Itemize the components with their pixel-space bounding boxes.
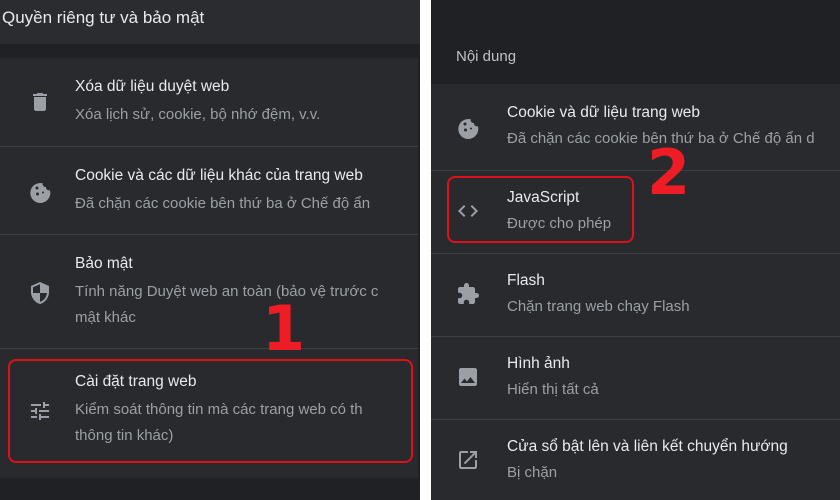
images-item[interactable]: Hình ảnh Hiển thị tất cả — [431, 336, 840, 420]
privacy-security-panel: Quyền riêng tư và bảo mật Xóa dữ liệu du… — [0, 0, 420, 500]
puzzle-icon — [456, 282, 480, 306]
shield-icon — [28, 281, 52, 305]
image-icon — [456, 365, 480, 389]
cookies-sub: Đã chặn các cookie bên thứ ba ở Chế độ ẩ… — [75, 195, 371, 212]
security-item[interactable]: Bảo mật Tính năng Duyệt web an toàn (bảo… — [0, 234, 418, 349]
popups-redirects-item[interactable]: Cửa sổ bật lên và liên kết chuyển hướng … — [431, 419, 840, 500]
site-settings-highlight — [8, 359, 413, 463]
cookies-site-data-item[interactable]: Cookie và các dữ liệu khác của trang web… — [0, 146, 418, 235]
open-in-new-icon — [456, 448, 480, 472]
security-sub-line2: mật khác — [75, 309, 136, 326]
content-section-label: Nội dung — [456, 48, 517, 65]
step-1-number: 1 — [262, 292, 306, 365]
cookie-icon — [28, 179, 52, 203]
clear-browsing-data-sub: Xóa lịch sử, cookie, bộ nhớ đệm, v.v. — [75, 106, 321, 123]
popups-sub: Bị chặn — [507, 464, 558, 481]
flash-title: Flash — [507, 272, 545, 289]
cookie-icon — [456, 115, 480, 139]
images-sub: Hiển thị tất cả — [507, 381, 599, 398]
flash-item[interactable]: Flash Chặn trang web chạy Flash — [431, 253, 840, 337]
popups-title: Cửa sổ bật lên và liên kết chuyển hướng — [507, 438, 788, 455]
trash-icon — [28, 90, 52, 114]
cookies-title: Cookie và các dữ liệu khác của trang web — [75, 167, 363, 184]
clear-browsing-data-title: Xóa dữ liệu duyệt web — [75, 78, 230, 95]
images-title: Hình ảnh — [507, 355, 570, 372]
content-cookies-item[interactable]: Cookie và dữ liệu trang web Đã chặn các … — [431, 84, 840, 170]
javascript-highlight — [447, 176, 634, 243]
content-settings-card: Cookie và dữ liệu trang web Đã chặn các … — [431, 84, 840, 500]
section-title: Quyền riêng tư và bảo mật — [2, 8, 205, 27]
content-settings-panel: Nội dung Cookie và dữ liệu trang web Đã … — [431, 0, 840, 500]
step-2-number: 2 — [647, 136, 691, 209]
security-sub-line1: Tính năng Duyệt web an toàn (bảo vệ trướ… — [75, 283, 379, 300]
content-cookies-title: Cookie và dữ liệu trang web — [507, 104, 701, 121]
security-title: Bảo mật — [75, 255, 133, 272]
flash-sub: Chặn trang web chạy Flash — [507, 298, 690, 315]
clear-browsing-data-item[interactable]: Xóa dữ liệu duyệt web Xóa lịch sử, cooki… — [0, 58, 418, 146]
section-header: Quyền riêng tư và bảo mật — [0, 0, 420, 44]
